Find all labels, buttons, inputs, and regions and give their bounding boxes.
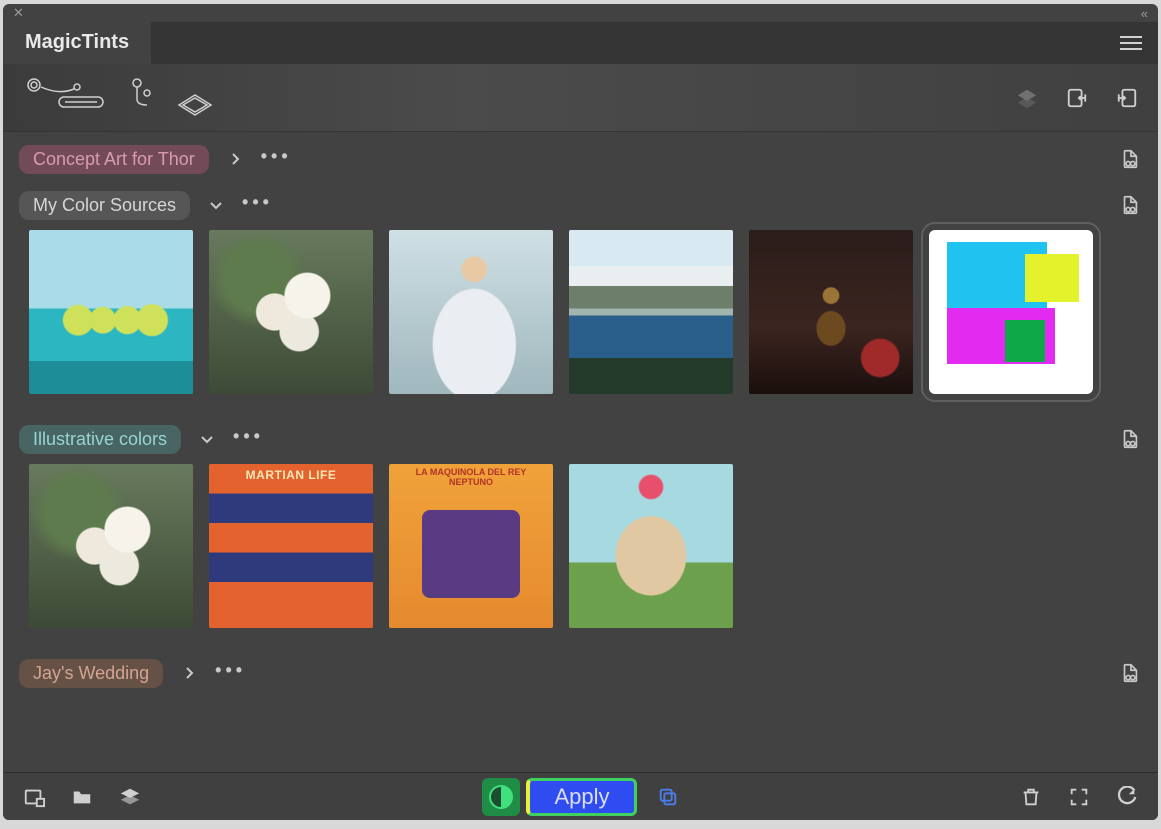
footer-toolbar: Apply	[3, 772, 1158, 820]
link-file-icon[interactable]	[1118, 427, 1142, 451]
more-icon[interactable]: •••	[261, 147, 292, 171]
folder-icon[interactable]	[71, 786, 93, 808]
tab-bar-rest	[152, 22, 1158, 64]
more-icon[interactable]: •••	[215, 661, 246, 685]
section-concept: Concept Art for Thor •••	[19, 140, 1142, 178]
section-wedding: Jay's Wedding •••	[19, 654, 1142, 692]
contrast-icon	[489, 785, 513, 809]
apply-button[interactable]: Apply	[526, 778, 636, 816]
layers-icon[interactable]	[1016, 87, 1038, 109]
section-header: My Color Sources •••	[19, 186, 1142, 224]
header-strip	[3, 64, 1158, 132]
thumbnail-rey-neptuno[interactable]	[389, 464, 553, 628]
link-file-icon[interactable]	[1118, 661, 1142, 685]
section-illustrative: Illustrative colors •••	[19, 420, 1142, 646]
more-icon[interactable]: •••	[242, 193, 273, 217]
tab-label: MagicTints	[25, 31, 129, 54]
chevron-right-icon[interactable]	[177, 661, 201, 685]
section-chip[interactable]: Jay's Wedding	[19, 659, 163, 688]
copy-icon[interactable]	[657, 786, 679, 808]
thumbnail-bride[interactable]	[389, 230, 553, 394]
section-header: Jay's Wedding •••	[19, 654, 1142, 692]
tab-bar: MagicTints	[3, 22, 1158, 64]
thumbnail-pears[interactable]	[29, 230, 193, 394]
header-decor	[19, 75, 219, 121]
section-chip[interactable]: My Color Sources	[19, 191, 190, 220]
section-chip[interactable]: Illustrative colors	[19, 425, 181, 454]
thumbnail-color-swatch[interactable]	[929, 230, 1093, 394]
thumbnail-row	[19, 458, 1142, 646]
close-icon[interactable]: ✕	[13, 5, 24, 21]
thumbnail-white-roses-2[interactable]	[29, 464, 193, 628]
apply-group: Apply	[482, 778, 678, 816]
more-icon[interactable]: •••	[233, 427, 264, 451]
reset-icon[interactable]	[1116, 786, 1138, 808]
link-file-icon[interactable]	[1118, 147, 1142, 171]
apply-label: Apply	[554, 784, 609, 810]
chevron-down-icon[interactable]	[204, 193, 228, 217]
thumbnail-knight-hall[interactable]	[749, 230, 913, 394]
new-doc-icon[interactable]	[23, 786, 45, 808]
thumbnail-row	[19, 224, 1142, 412]
export-icon[interactable]	[1116, 87, 1138, 109]
contrast-button[interactable]	[482, 778, 520, 816]
thumbnail-egg-house[interactable]	[569, 464, 733, 628]
section-sources: My Color Sources •••	[19, 186, 1142, 412]
trash-icon[interactable]	[1020, 786, 1042, 808]
chevron-down-icon[interactable]	[195, 427, 219, 451]
section-chip[interactable]: Concept Art for Thor	[19, 145, 209, 174]
fullscreen-icon[interactable]	[1068, 786, 1090, 808]
stack-icon[interactable]	[119, 786, 141, 808]
thumbnail-white-roses[interactable]	[209, 230, 373, 394]
tab-magictints[interactable]: MagicTints	[3, 22, 152, 64]
panel-titlebar: ✕ «	[3, 4, 1158, 22]
magictints-panel: ✕ « MagicTints	[3, 4, 1158, 820]
panel-body[interactable]: Concept Art for Thor ••• My Color Sources •…	[3, 132, 1158, 772]
thumbnail-martian-life[interactable]	[209, 464, 373, 628]
collapse-icon[interactable]: «	[1141, 6, 1148, 21]
section-header: Concept Art for Thor •••	[19, 140, 1142, 178]
import-icon[interactable]	[1066, 87, 1088, 109]
chevron-right-icon[interactable]	[223, 147, 247, 171]
link-file-icon[interactable]	[1118, 193, 1142, 217]
section-header: Illustrative colors •••	[19, 420, 1142, 458]
menu-icon[interactable]	[1120, 36, 1142, 50]
thumbnail-crater-lake[interactable]	[569, 230, 733, 394]
